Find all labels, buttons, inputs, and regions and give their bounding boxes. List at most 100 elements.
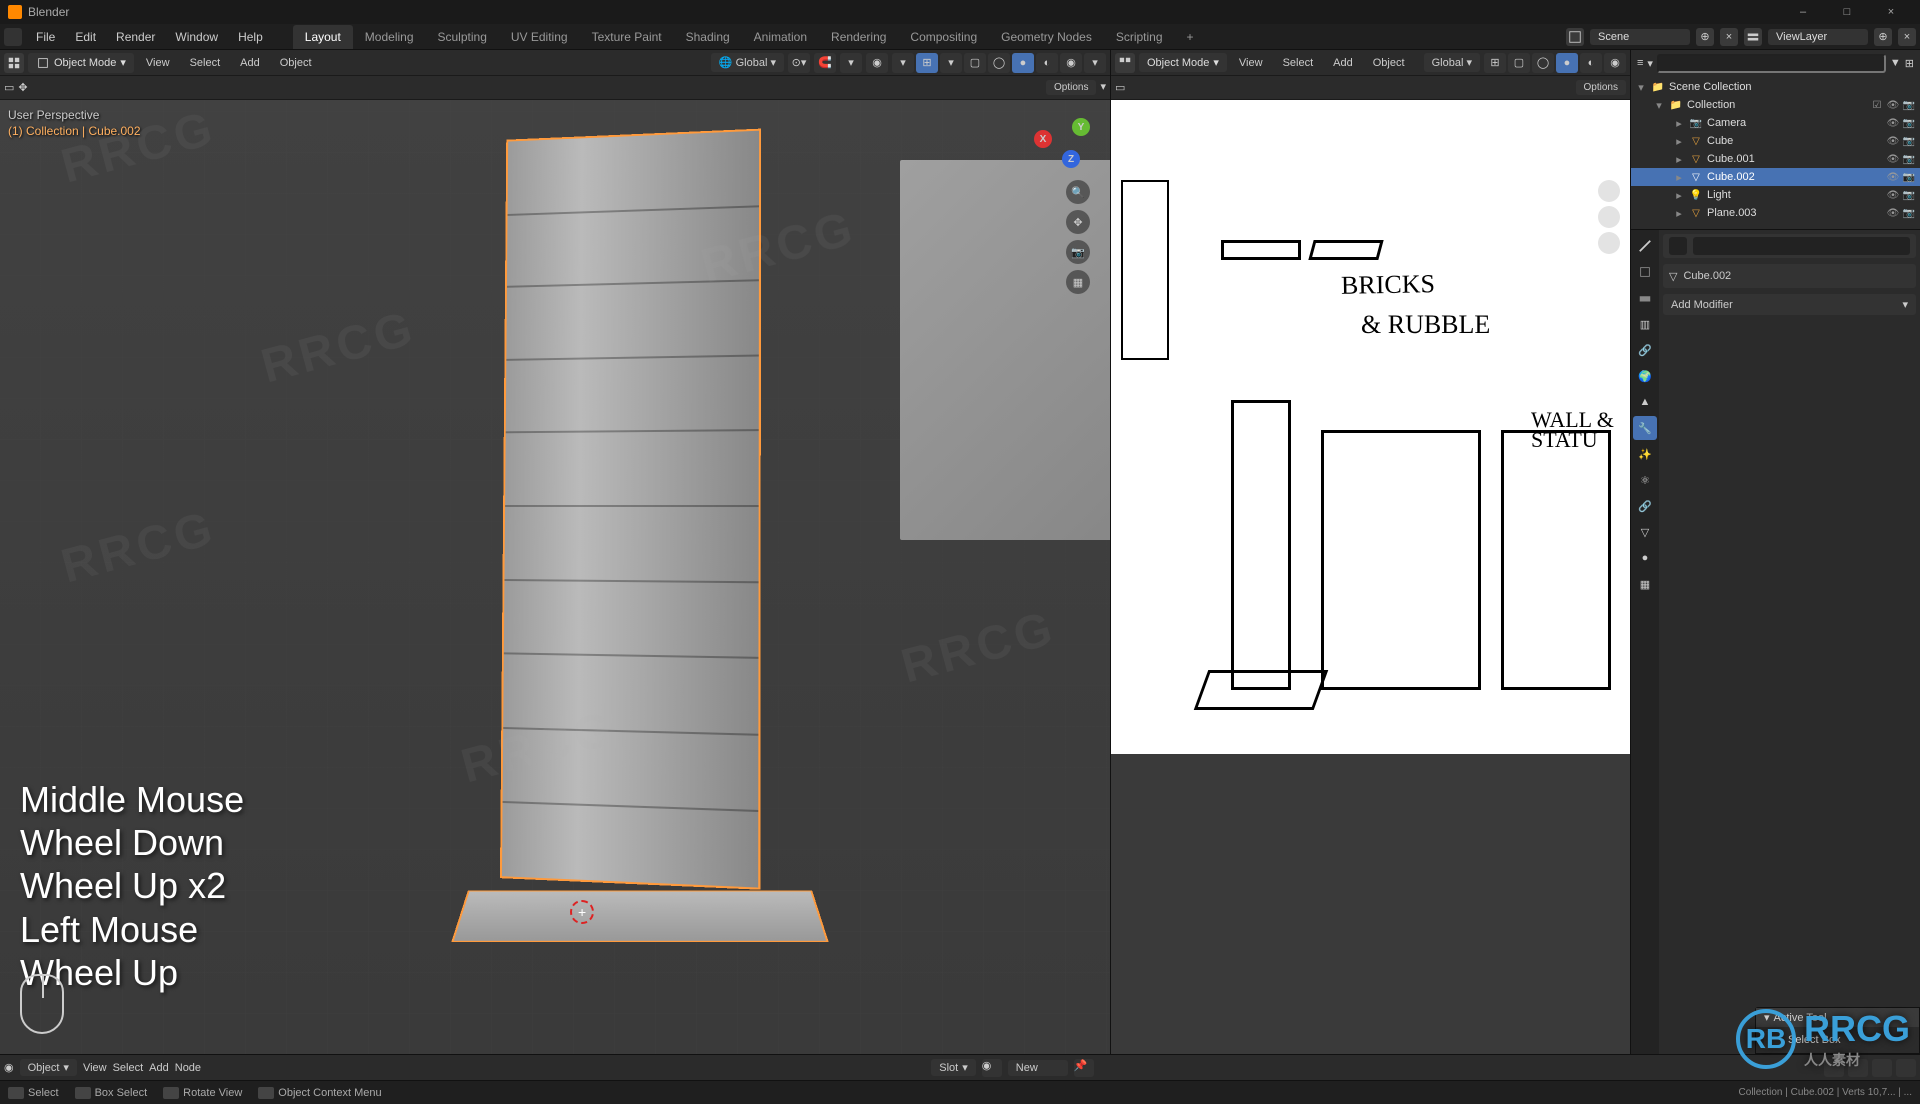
disclosure-icon[interactable]: ▾ [1635, 81, 1647, 94]
workspace-tab-geonodes[interactable]: Geometry Nodes [989, 25, 1104, 49]
add-menu-r[interactable]: Add [1325, 54, 1361, 72]
snap-dropdown[interactable]: ▾ [840, 53, 862, 73]
prop-tab-texture[interactable]: ▦ [1633, 572, 1657, 596]
shader-add-menu[interactable]: Add [149, 1062, 169, 1074]
overlays-dropdown[interactable]: ▾ [940, 53, 962, 73]
camera-icon-r[interactable] [1598, 232, 1620, 254]
prop-tab-scene[interactable]: 🔗 [1633, 338, 1657, 362]
render-icon[interactable]: 📷 [1902, 206, 1916, 220]
tool-cursor[interactable]: ✥ [18, 81, 27, 94]
prop-tab-constraints[interactable]: 🔗 [1633, 494, 1657, 518]
prop-tab-render[interactable] [1633, 260, 1657, 284]
workspace-tab-sculpting[interactable]: Sculpting [426, 25, 499, 49]
object-menu[interactable]: Object [272, 54, 320, 72]
tool-select-box-r[interactable]: ▭ [1115, 81, 1125, 94]
shader-node-menu[interactable]: Node [175, 1062, 201, 1074]
orientation-dropdown[interactable]: 🌐 Global ▾ [711, 53, 784, 72]
scene-icon[interactable] [1566, 28, 1584, 46]
shading-matprev-r[interactable]: ◐ [1580, 53, 1602, 73]
outliner-editor-type-icon[interactable]: ≡ [1637, 57, 1643, 69]
shader-editor-type-icon[interactable]: ◉ [4, 1061, 14, 1074]
scene-del-icon[interactable]: × [1720, 28, 1738, 46]
workspace-tab-add[interactable]: + [1175, 25, 1206, 49]
prop-tab-tool[interactable] [1633, 234, 1657, 258]
add-modifier-button[interactable]: Add Modifier ▾ [1663, 294, 1916, 315]
shader-mode-dropdown[interactable]: Object ▾ [20, 1059, 77, 1076]
axis-z-icon[interactable]: Z [1062, 150, 1080, 168]
disclosure-icon[interactable]: ▸ [1673, 207, 1685, 220]
overlays-toggle-r[interactable]: ⊞ [1484, 53, 1506, 73]
outliner-display-mode[interactable]: ▾ [1647, 57, 1653, 70]
select-menu[interactable]: Select [182, 54, 229, 72]
viewlayer-del-icon[interactable]: × [1898, 28, 1916, 46]
slot-dropdown[interactable]: Slot ▾ [931, 1059, 976, 1076]
shading-dropdown[interactable]: ▾ [1084, 53, 1106, 73]
xray-toggle-r[interactable]: ▢ [1508, 53, 1530, 73]
disclosure-icon[interactable]: ▾ [1653, 99, 1665, 112]
tree-item-light[interactable]: ▸ 💡 Light 👁📷 [1631, 186, 1920, 204]
tree-scene-collection[interactable]: ▾ 📁 Scene Collection [1631, 78, 1920, 96]
disclosure-icon[interactable]: ▸ [1673, 171, 1685, 184]
blender-icon[interactable] [4, 28, 22, 46]
prop-tab-world[interactable]: 🌍 [1633, 364, 1657, 388]
exclude-checkbox-icon[interactable]: ☑ [1870, 98, 1884, 112]
outliner-filter-icon[interactable]: ▼ [1890, 57, 1901, 69]
shading-rendered-toggle[interactable]: ◉ [1060, 53, 1082, 73]
overlays-toggle[interactable]: ⊞ [916, 53, 938, 73]
axis-y-icon[interactable]: Y [1072, 118, 1090, 136]
eye-icon[interactable]: 👁 [1886, 206, 1900, 220]
shader-view-menu[interactable]: View [83, 1062, 107, 1074]
perspective-toggle-icon[interactable]: ▦ [1066, 270, 1090, 294]
mode-dropdown-r[interactable]: Object Mode ▾ [1139, 53, 1227, 72]
render-icon[interactable]: 📷 [1902, 188, 1916, 202]
tree-item-camera[interactable]: ▸ 📷 Camera 👁📷 [1631, 114, 1920, 132]
view-menu-r[interactable]: View [1231, 54, 1271, 72]
snap-toggle[interactable]: 🧲 [814, 53, 836, 73]
tree-item-cube001[interactable]: ▸ ▽ Cube.001 👁📷 [1631, 150, 1920, 168]
workspace-tab-texpaint[interactable]: Texture Paint [580, 25, 674, 49]
workspace-tab-compositing[interactable]: Compositing [898, 25, 989, 49]
outliner-search-input[interactable] [1657, 54, 1886, 73]
disclosure-icon[interactable]: ▸ [1673, 189, 1685, 202]
menu-file[interactable]: File [26, 26, 65, 48]
tree-collection[interactable]: ▾ 📁 Collection ☑ 👁 📷 [1631, 96, 1920, 114]
window-minimize-button[interactable]: – [1782, 2, 1824, 22]
workspace-tab-rendering[interactable]: Rendering [819, 25, 898, 49]
disclosure-icon[interactable]: ▸ [1673, 153, 1685, 166]
select-menu-r[interactable]: Select [1275, 54, 1322, 72]
editor-type-icon[interactable] [4, 53, 24, 73]
prop-tab-output[interactable] [1633, 286, 1657, 310]
xray-toggle[interactable]: ▢ [964, 53, 986, 73]
options-dropdown-r[interactable]: Options [1576, 80, 1626, 95]
render-icon[interactable]: 📷 [1902, 134, 1916, 148]
scene-new-icon[interactable]: ⊕ [1696, 28, 1714, 46]
pivot-dropdown[interactable]: ⊙▾ [788, 53, 810, 73]
menu-render[interactable]: Render [106, 26, 165, 48]
shading-matprev-toggle[interactable]: ◐ [1036, 53, 1058, 73]
properties-breadcrumb[interactable]: ▽ Cube.002 [1663, 264, 1916, 288]
axis-x-icon[interactable]: X [1034, 130, 1052, 148]
pan-icon-r[interactable] [1598, 206, 1620, 228]
eye-icon[interactable]: 👁 [1886, 170, 1900, 184]
tree-item-cube002[interactable]: ▸ ▽ Cube.002 👁📷 [1631, 168, 1920, 186]
shading-wire-r[interactable]: ◯ [1532, 53, 1554, 73]
viewlayer-new-icon[interactable]: ⊕ [1874, 28, 1892, 46]
tool-select-box[interactable]: ▭ [4, 81, 14, 94]
eye-icon[interactable]: 👁 [1886, 134, 1900, 148]
outliner-new-collection-icon[interactable]: ⊞ [1905, 57, 1914, 70]
eye-icon[interactable]: 👁 [1886, 152, 1900, 166]
scene-name-field[interactable]: Scene [1590, 29, 1690, 45]
outliner-tree[interactable]: ▾ 📁 Scene Collection ▾ 📁 Collection ☑ 👁 … [1631, 76, 1920, 229]
proportional-toggle[interactable]: ◉ [866, 53, 888, 73]
disclosure-icon[interactable]: ▸ [1673, 117, 1685, 130]
orientation-dropdown-r[interactable]: Global ▾ [1424, 53, 1480, 72]
workspace-tab-uv[interactable]: UV Editing [499, 25, 580, 49]
view-menu[interactable]: View [138, 54, 178, 72]
disclosure-icon[interactable]: ▸ [1673, 135, 1685, 148]
navigation-gizmo[interactable]: X Y Z [1034, 110, 1094, 170]
show-gizmo-toggle[interactable]: ▾ [892, 53, 914, 73]
menu-help[interactable]: Help [228, 26, 273, 48]
shading-rendered-r[interactable]: ◉ [1604, 53, 1626, 73]
pan-icon[interactable]: ✥ [1066, 210, 1090, 234]
tree-item-cube[interactable]: ▸ ▽ Cube 👁📷 [1631, 132, 1920, 150]
